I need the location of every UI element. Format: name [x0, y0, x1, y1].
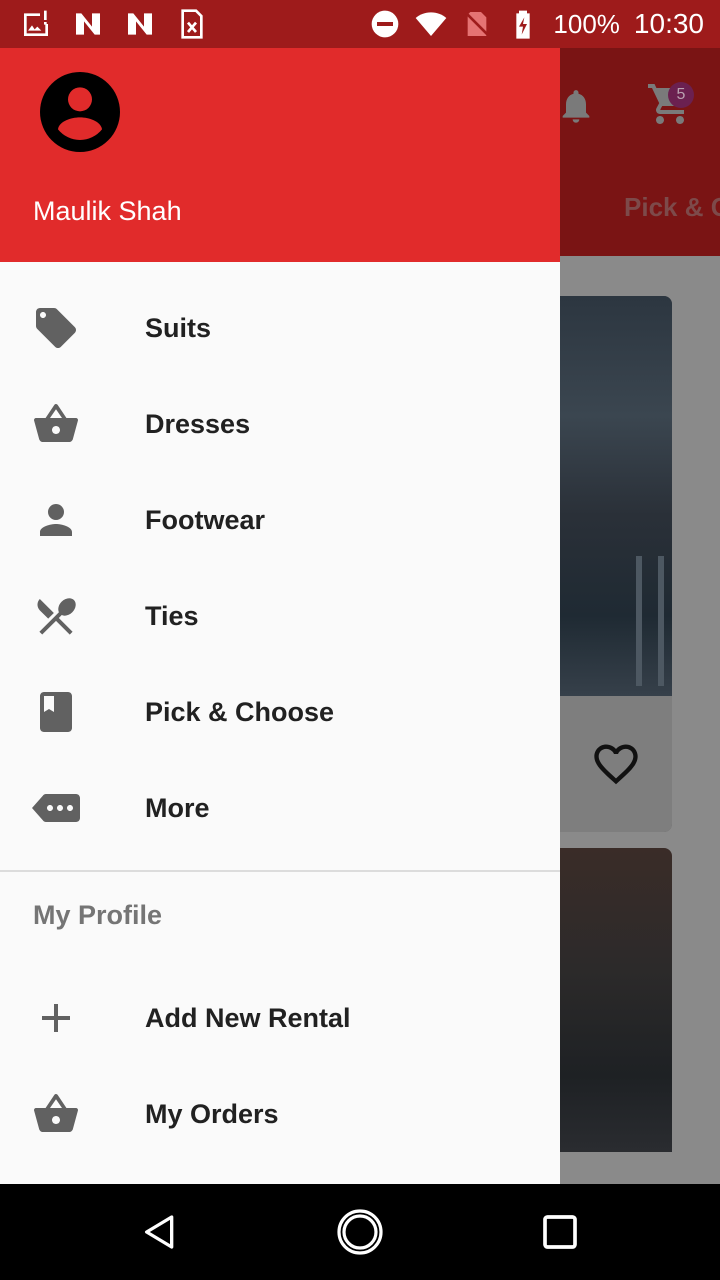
tag-icon	[36, 308, 76, 348]
do-not-disturb-icon	[372, 10, 399, 38]
battery-charging-icon	[516, 10, 531, 39]
battery-percentage: 100%	[553, 8, 620, 39]
navigation-drawer: Maulik Shah Suits Dresses Footwear Ties …	[0, 48, 560, 1184]
drawer-header: Maulik Shah	[0, 48, 560, 262]
status-bar: 100% 10:30	[0, 0, 720, 48]
notification-bell-icon[interactable]	[556, 84, 596, 128]
n-notification-icon	[76, 13, 100, 35]
gallery-alert-icon	[24, 10, 48, 36]
person-icon	[40, 504, 72, 536]
menu-item-label: Suits	[145, 313, 212, 343]
menu-item-label: Pick & Choose	[145, 697, 335, 727]
home-icon[interactable]	[336, 1208, 384, 1256]
basket-icon	[34, 1094, 78, 1132]
n-notification-icon	[128, 13, 152, 35]
menu-item-label: My Orders	[145, 1099, 279, 1129]
menu-item-footwear[interactable]: Footwear	[0, 472, 560, 568]
menu-item-dresses[interactable]: Dresses	[0, 376, 560, 472]
menu-item-suits[interactable]: Suits	[0, 280, 560, 376]
menu-item-more[interactable]: More	[0, 760, 560, 856]
clock: 10:30	[633, 8, 704, 39]
section-title-my-profile: My Profile	[33, 900, 163, 930]
cart-count-badge: 5	[668, 82, 694, 108]
tab-pick-and-choose[interactable]: Pick & C	[624, 192, 720, 223]
menu-item-label: Add New Rental	[145, 1003, 351, 1033]
back-icon[interactable]	[140, 1212, 180, 1252]
document-x-icon	[181, 9, 203, 39]
book-icon	[40, 692, 72, 732]
plus-icon	[42, 1004, 70, 1032]
menu-item-add-new-rental[interactable]: Add New Rental	[0, 970, 560, 1066]
menu-item-pick-and-choose[interactable]: Pick & Choose	[0, 664, 560, 760]
menu-item-label: Dresses	[145, 409, 251, 439]
recents-icon[interactable]	[540, 1212, 580, 1252]
menu-item-label: Footwear	[145, 505, 266, 535]
menu-item-label: More	[145, 793, 210, 823]
user-name: Maulik Shah	[33, 196, 182, 226]
basket-icon	[34, 404, 78, 442]
system-navigation-bar	[0, 1184, 720, 1280]
account-circle-icon[interactable]	[40, 72, 120, 152]
menu-item-ties[interactable]: Ties	[0, 568, 560, 664]
favorite-heart-icon[interactable]	[588, 738, 644, 790]
no-sim-icon	[465, 12, 490, 36]
wifi-icon	[416, 12, 447, 36]
menu-item-my-orders[interactable]: My Orders	[0, 1066, 560, 1162]
restaurant-icon	[37, 598, 76, 635]
menu-item-label: Ties	[145, 601, 199, 631]
more-label-icon	[32, 794, 80, 822]
drawer-divider	[0, 870, 560, 872]
